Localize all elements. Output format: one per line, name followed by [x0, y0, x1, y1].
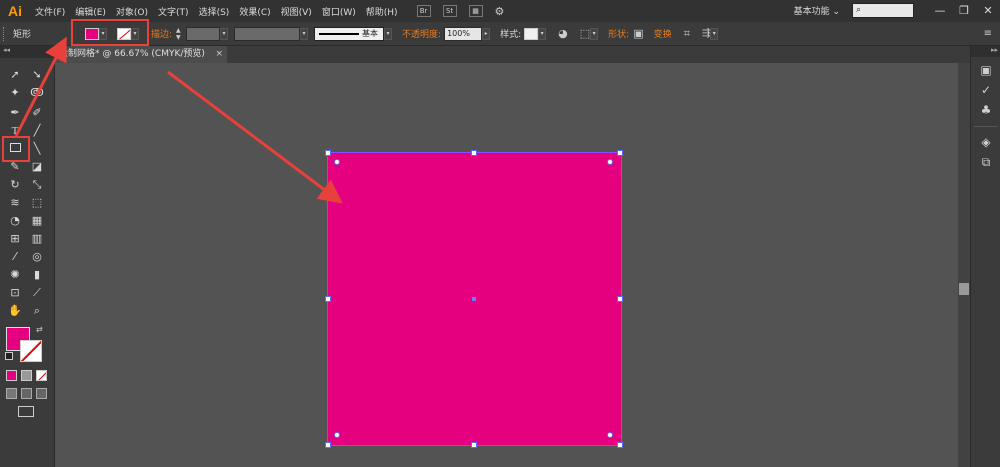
arrow-swatch-to-rectangle [167, 70, 343, 204]
annotation-arrows [14, 36, 343, 204]
arrow-tool-to-swatch [14, 36, 67, 137]
